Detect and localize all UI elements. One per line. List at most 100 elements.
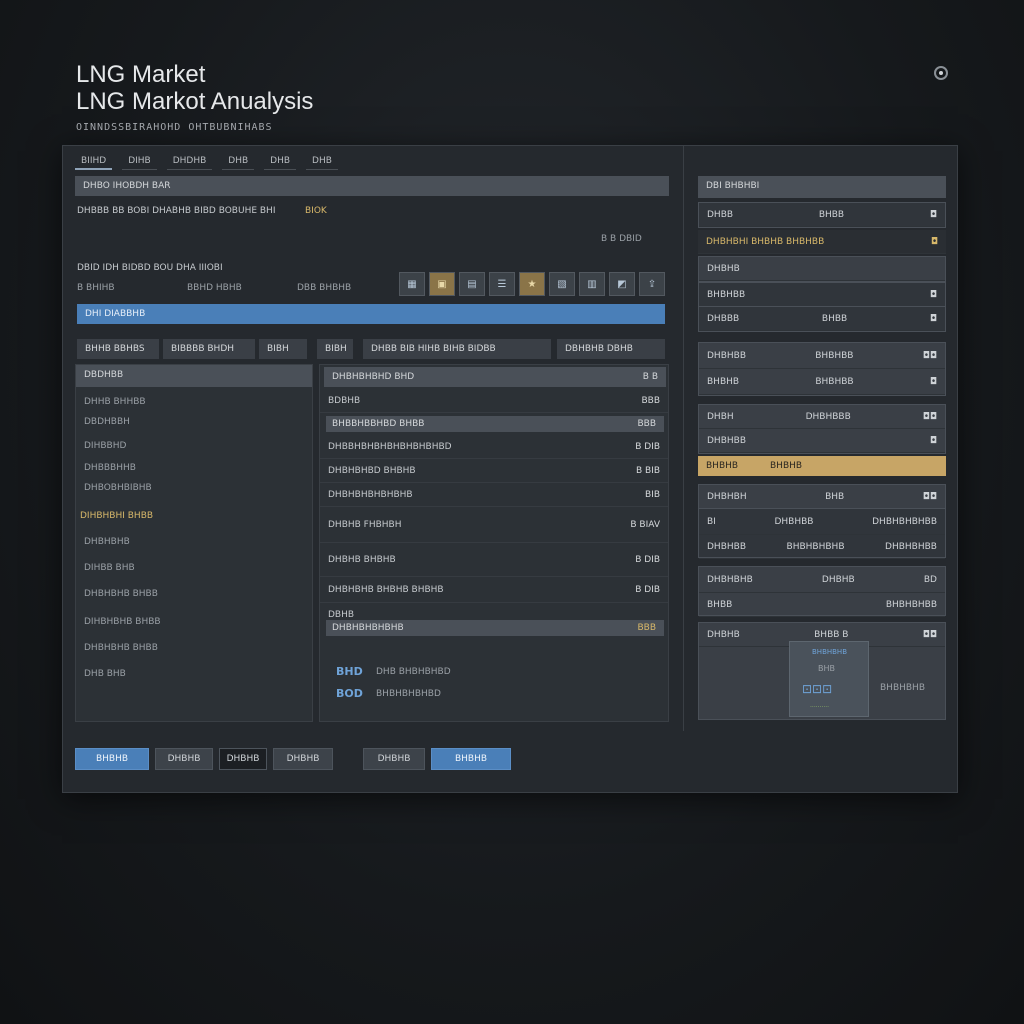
right-group-3[interactable]: DHBHBH BHB ◘◘ [698, 484, 946, 510]
sub-c: DBB BHBHB [297, 283, 352, 293]
export-icon[interactable]: ⇪ [639, 272, 665, 296]
progress-label: DHI DIABBHB [85, 309, 146, 319]
grid-icon[interactable]: ▤ [459, 272, 485, 296]
map-icon[interactable]: ▧ [549, 272, 575, 296]
right-row[interactable]: DHBHB [698, 256, 946, 282]
sub-b: BBHD HBHB [187, 283, 242, 293]
list-item[interactable]: DIHBB BHB [84, 563, 135, 573]
data-table: DHBHBHBHD BHD B B BDBHB BBB BHBBHBBHBD B… [319, 364, 669, 722]
right-group-5: DHBHBHB DHBHB BD BHBB BHBHBHBB [698, 566, 946, 617]
table-sub-row: BDBHB BBB [320, 389, 668, 413]
list-item-selected[interactable]: DIHBHBHI BHBB [80, 511, 153, 521]
table-row[interactable]: DHBHB BHBHB B DIB [320, 543, 668, 577]
list-item[interactable]: DHBOBHBIBHB [84, 483, 152, 493]
right-row[interactable]: DHBBB BHBB ◘ [698, 306, 946, 332]
right-group-1: DHBHBB BHBHBB ◘◘ BHBHB BHBHBB ◘ [698, 342, 946, 396]
sub-a: B BHIHB [77, 283, 115, 293]
list-header: DBDHBB [76, 365, 312, 387]
filter-2[interactable]: BIBBBB BHDH [163, 339, 255, 359]
table-footer: DHBHBHBHBHB BBB [326, 620, 664, 636]
list-item[interactable]: DIHBHBHB BHBB [84, 617, 161, 627]
page-title: LNG Market [76, 61, 206, 88]
filter-6[interactable]: DBHBHB DBHB [557, 339, 665, 359]
table-footer-right: BBB [637, 623, 656, 633]
list-item[interactable]: DIHBBHD [84, 441, 126, 451]
table-sub: BDBHB [328, 395, 361, 406]
button-5[interactable]: DHBHB [363, 748, 425, 770]
tab-5[interactable]: DHB [264, 154, 297, 170]
list-item[interactable]: DHB BHB [84, 669, 126, 679]
toolbar: ▦ ▣ ▤ ☰ ★ ▧ ▥ ◩ ⇪ [399, 272, 665, 296]
tab-4[interactable]: DHB [222, 154, 255, 170]
tab-6[interactable]: DHB [306, 154, 338, 170]
page-title-secondary: LNG Markot Anualysis [76, 88, 314, 115]
info-highlight: BIOK [305, 206, 327, 216]
image-icon[interactable]: ◩ [609, 272, 635, 296]
lng-icon: ⊡⊡⊡ [802, 682, 833, 696]
legend-1-text: DHB BHBHBHBD [376, 667, 451, 677]
filter-1[interactable]: BHHB BBHBS [77, 339, 159, 359]
button-1[interactable]: BHBHB [75, 748, 149, 770]
table-row[interactable]: DHBBHBHBHBHBHBHBHBD B DIB [320, 435, 668, 459]
button-6[interactable]: BHBHB [431, 748, 511, 770]
tab-3[interactable]: DHDHB [166, 154, 213, 170]
table-group-right: BBB [637, 419, 656, 429]
sub-heading: DBID IDH BIDBD BOU DHA IIIOBI [77, 263, 223, 273]
table-footer-label: DHBHBHBHBHB [332, 623, 404, 633]
title-block: LNG Market LNG Markot Anualysis OINNDSSB… [76, 61, 314, 134]
table-row[interactable]: DHBHBHB BHBHB BHBHB B DIB [320, 577, 668, 603]
tab-bar: BIIHD DIHB DHDHB DHB DHB DHB [75, 154, 338, 170]
chart-icon[interactable]: ▦ [399, 272, 425, 296]
right-row[interactable]: DHBHBHI BHBHB BHBHBB ◘ [698, 230, 946, 254]
list-column: DBDHBB DHHB BHHBB DBDHBBH DIHBBHD DHBBBH… [75, 364, 313, 722]
list-icon[interactable]: ☰ [489, 272, 515, 296]
right-row[interactable]: DHBB BHBB ◘ [698, 202, 946, 228]
thumb-sub: BHB [818, 664, 835, 673]
table-sub-right: BBB [641, 395, 660, 406]
filter-4[interactable]: BIBH [317, 339, 353, 359]
table-group-label: BHBBHBBHBD BHBB [332, 419, 425, 429]
small-status: B B DBID [601, 234, 642, 244]
list-item[interactable]: DHBHBHB BHBB [84, 643, 158, 653]
section-bar: DHBO IHOBDH BAR [75, 176, 669, 196]
list-item[interactable]: DHHB BHHBB [84, 397, 146, 407]
table-row[interactable]: DHBHBHBHBHBHB BIB [320, 483, 668, 507]
highlight-row[interactable]: BHBHB BHBHB [698, 456, 946, 476]
thumb-side: BHBHBHB [880, 683, 925, 693]
right-group-2: DHBH DHBHBBB ◘◘ DHBHBB ◘ [698, 404, 946, 454]
folder-icon[interactable]: ▣ [429, 272, 455, 296]
right-header: DBI BHBHBI [698, 176, 946, 198]
table-group: BHBBHBBHBD BHBB BBB [326, 416, 664, 432]
list-item[interactable]: DHBHBHB BHBB [84, 589, 158, 599]
table-row[interactable]: DHBHBHBD BHBHB B BIB [320, 459, 668, 483]
star-icon[interactable]: ★ [519, 272, 545, 296]
button-2[interactable]: DHBHB [155, 748, 213, 770]
legend-2-code: BOD [336, 687, 363, 700]
table-icon[interactable]: ▥ [579, 272, 605, 296]
button-row: BHBHB DHBHB DHBHB DHBHB DHBHB BHBHB [75, 748, 511, 770]
table-header: DHBHBHBHD BHD B B [324, 367, 666, 387]
tab-1[interactable]: BIIHD [75, 154, 113, 170]
settings-icon[interactable] [934, 66, 948, 80]
progress-bar[interactable]: DHI DIABBHB [77, 304, 665, 324]
table-row[interactable]: DHBHB FHBHBH B BIAV [320, 507, 668, 543]
tab-2[interactable]: DIHB [122, 154, 157, 170]
list-item[interactable]: DBDHBBH [84, 417, 130, 427]
filter-5[interactable]: DHBB BIB HIHB BIHB BIDBB [363, 339, 551, 359]
left-panel: BIIHD DIHB DHDHB DHB DHB DHB DHBO IHOBDH… [63, 146, 673, 731]
thumbnail[interactable]: BHBHBHB BHB ⊡⊡⊡ ·········· [789, 641, 869, 717]
button-3[interactable]: DHBHB [219, 748, 267, 770]
list-item[interactable]: DHBHBHB [84, 537, 130, 547]
legend-1-code: BHD [336, 665, 363, 678]
main-window: BIIHD DIHB DHDHB DHB DHB DHB DHBO IHOBDH… [62, 145, 958, 793]
right-group-4: BI DHBHBB DHBHBHBHBB DHBHBB BHBHBHBHB DHBHBH… [698, 508, 946, 559]
thumb-detail: ·········· [810, 704, 830, 711]
list-item[interactable]: DHBBBHHB [84, 463, 136, 473]
right-panel: DBI BHBHBI DHBB BHBB ◘ DHBHBHI BHBHB BHBHB… [683, 146, 959, 731]
page-subtitle: OINNDSSBIRAHOHD OHTBUBNIHABS [76, 122, 273, 133]
filter-3[interactable]: BIBH [259, 339, 307, 359]
right-row[interactable]: BHBHBB ◘ [698, 282, 946, 308]
thumb-label: BHBHBHB [812, 648, 847, 656]
button-4[interactable]: DHBHB [273, 748, 333, 770]
